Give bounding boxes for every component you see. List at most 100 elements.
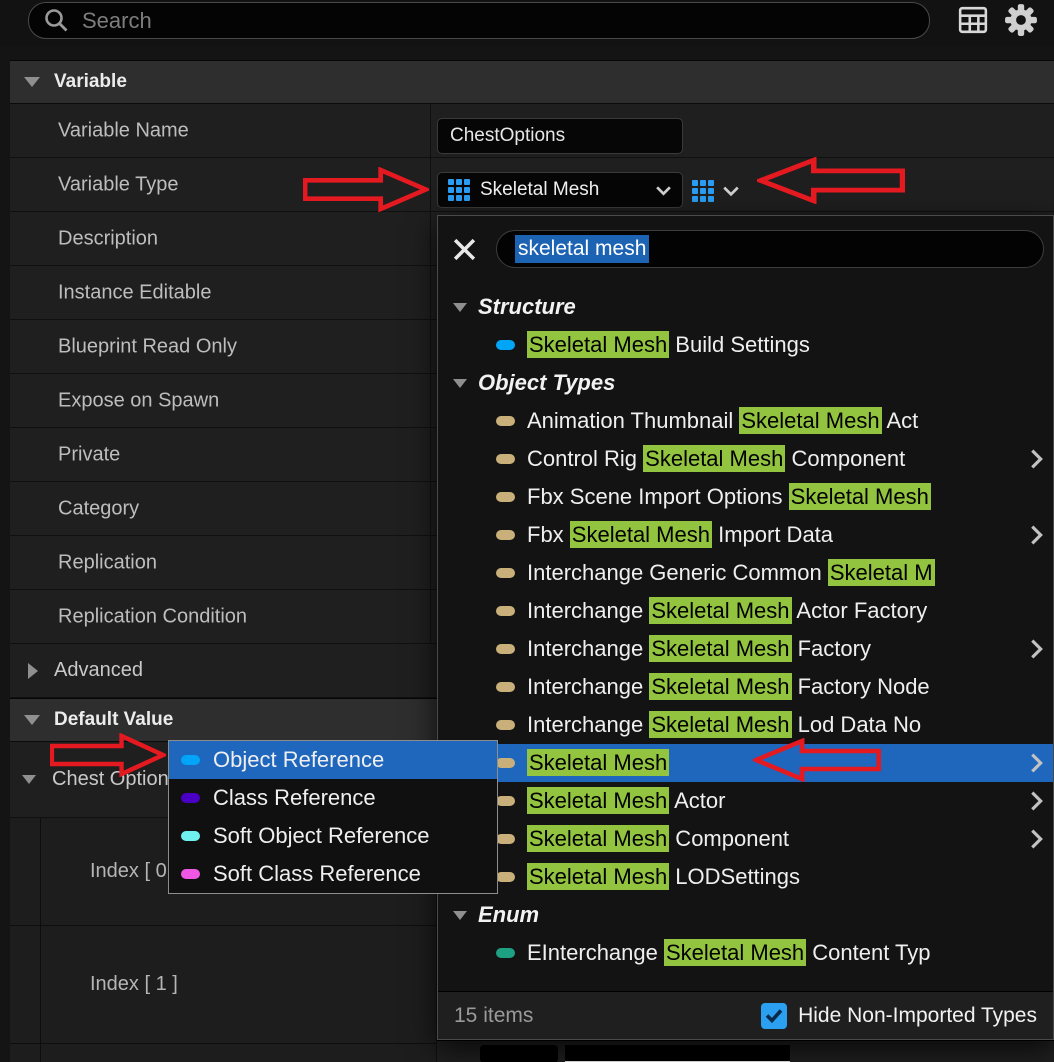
type-item-row[interactable]: Skeletal Mesh LODSettings	[438, 858, 1053, 896]
type-picker-footer: 15 items Hide Non-Imported Types	[438, 991, 1053, 1039]
type-pill-icon	[496, 720, 515, 730]
variable-name-input[interactable]: ChestOptions	[437, 118, 683, 154]
type-category-label: Enum	[478, 902, 539, 928]
collapse-arrow-icon	[22, 775, 36, 784]
type-item-row[interactable]: Skeletal Mesh Actor	[438, 782, 1053, 820]
array-index-label: Index [ 0 ]	[90, 860, 178, 883]
type-item-row[interactable]: Skeletal Mesh Component	[438, 820, 1053, 858]
type-item-label: Animation Thumbnail Skeletal Mesh Act	[527, 408, 918, 434]
collapse-arrow-icon	[453, 379, 467, 388]
chevron-right-icon	[1030, 829, 1043, 850]
annotation-arrow-variable-type	[303, 167, 429, 212]
variable-type-dropdown[interactable]: Skeletal Mesh	[437, 172, 683, 208]
item-count: 15 items	[454, 1004, 533, 1028]
type-item-label: EInterchange Skeletal Mesh Content Typ	[527, 940, 931, 966]
variable-name-value: ChestOptions	[450, 125, 565, 147]
reference-menu-label: Soft Class Reference	[213, 861, 421, 887]
type-pill-icon	[496, 606, 515, 616]
collapse-arrow-icon	[453, 911, 467, 920]
type-item-row[interactable]: Control Rig Skeletal Mesh Component	[438, 440, 1053, 478]
default-value-section-title: Default Value	[54, 709, 173, 731]
reference-menu-item[interactable]: Class Reference	[169, 779, 497, 817]
type-item-row[interactable]: EInterchange Skeletal Mesh Content Typ	[438, 934, 1053, 972]
type-pill-icon	[496, 796, 515, 806]
chevron-down-icon	[722, 185, 740, 197]
chevron-right-icon	[1030, 525, 1043, 546]
container-type-dropdown[interactable]	[692, 176, 740, 206]
type-pill-icon	[496, 530, 515, 540]
type-category-row[interactable]: Object Types	[438, 364, 1053, 402]
check-icon	[765, 1008, 783, 1023]
type-item-label: Skeletal Mesh	[527, 750, 669, 776]
reference-menu-label: Object Reference	[213, 747, 384, 773]
type-pill-icon	[496, 834, 515, 844]
property-label: Variable Type	[58, 173, 178, 196]
partial-bottom-row	[437, 1040, 1054, 1062]
annotation-arrow-container-dropdown	[757, 157, 905, 204]
reference-menu-item[interactable]: Soft Class Reference	[169, 855, 497, 893]
array-index-label: Index [ 1 ]	[90, 973, 178, 996]
type-category-label: Object Types	[478, 370, 615, 396]
type-search-input[interactable]: skeletal mesh	[496, 230, 1044, 268]
search-placeholder: Search	[82, 8, 152, 34]
partial-input-box	[480, 1045, 558, 1062]
type-item-label: Fbx Skeletal Mesh Import Data	[527, 522, 833, 548]
reference-menu-label: Soft Object Reference	[213, 823, 429, 849]
expand-arrow-icon	[28, 663, 38, 679]
blueprint-details-panel: Search	[0, 0, 1054, 1062]
type-item-row[interactable]: Animation Thumbnail Skeletal Mesh Act	[438, 402, 1053, 440]
collapse-arrow-icon	[24, 77, 40, 87]
hide-non-imported-checkbox[interactable]	[761, 1003, 787, 1029]
search-icon	[43, 7, 70, 34]
type-search-value: skeletal mesh	[515, 235, 649, 263]
type-item-row[interactable]: Skeletal Mesh	[438, 744, 1053, 782]
type-item-label: Interchange Skeletal Mesh Lod Data No	[527, 712, 921, 738]
property-label: Replication	[58, 551, 157, 574]
reference-pill-icon	[181, 755, 200, 765]
settings-gear-icon[interactable]	[1004, 3, 1038, 37]
reference-menu-item[interactable]: Soft Object Reference	[169, 817, 497, 855]
top-toolbar: Search	[0, 0, 1054, 46]
property-label: Variable Name	[58, 119, 189, 142]
property-label: Expose on Spawn	[58, 389, 219, 412]
display-filter-icon[interactable]	[958, 6, 988, 34]
type-item-row[interactable]: Interchange Skeletal Mesh Actor Factory	[438, 592, 1053, 630]
checkbox-label: Hide Non-Imported Types	[798, 1004, 1037, 1028]
chevron-right-icon	[1030, 639, 1043, 660]
chevron-down-icon	[655, 185, 672, 196]
type-item-row[interactable]: Interchange Generic Common Skeletal M	[438, 554, 1053, 592]
type-pill-icon	[496, 416, 515, 426]
type-pill-icon	[496, 340, 515, 350]
type-item-row[interactable]: Interchange Skeletal Mesh Factory	[438, 630, 1053, 668]
type-item-label: Skeletal Mesh Build Settings	[527, 332, 810, 358]
collapse-arrow-icon	[453, 303, 467, 312]
array-container-icon	[448, 179, 470, 201]
property-label: Blueprint Read Only	[58, 335, 237, 358]
type-item-label: Fbx Scene Import Options Skeletal Mesh	[527, 484, 931, 510]
property-label: Description	[58, 227, 158, 250]
type-category-row[interactable]: Structure	[438, 288, 1053, 326]
type-item-label: Control Rig Skeletal Mesh Component	[527, 446, 905, 472]
property-label: Instance Editable	[58, 281, 211, 304]
type-item-label: Interchange Skeletal Mesh Factory Node	[527, 674, 930, 700]
chevron-right-icon	[1030, 753, 1043, 774]
close-icon[interactable]	[452, 237, 477, 267]
partial-input-box	[565, 1045, 790, 1062]
advanced-label: Advanced	[54, 659, 143, 682]
type-item-row[interactable]: Interchange Skeletal Mesh Factory Node	[438, 668, 1053, 706]
variable-section-header[interactable]: Variable	[10, 60, 1054, 104]
type-item-row[interactable]: Interchange Skeletal Mesh Lod Data No	[438, 706, 1053, 744]
property-label: Private	[58, 443, 120, 466]
type-pill-icon	[496, 454, 515, 464]
array-container-icon	[692, 180, 714, 202]
chevron-right-icon	[1030, 791, 1043, 812]
type-pill-icon	[496, 492, 515, 502]
reference-menu-item[interactable]: Object Reference	[169, 741, 497, 779]
details-search-input[interactable]: Search	[28, 2, 930, 39]
type-item-row[interactable]: Fbx Scene Import Options Skeletal Mesh	[438, 478, 1053, 516]
type-item-label: Skeletal Mesh Component	[527, 826, 789, 852]
type-item-row[interactable]: Skeletal Mesh Build Settings	[438, 326, 1053, 364]
type-list: Structure Skeletal Mesh Build Settings O…	[438, 288, 1053, 972]
type-item-row[interactable]: Fbx Skeletal Mesh Import Data	[438, 516, 1053, 554]
type-category-row[interactable]: Enum	[438, 896, 1053, 934]
